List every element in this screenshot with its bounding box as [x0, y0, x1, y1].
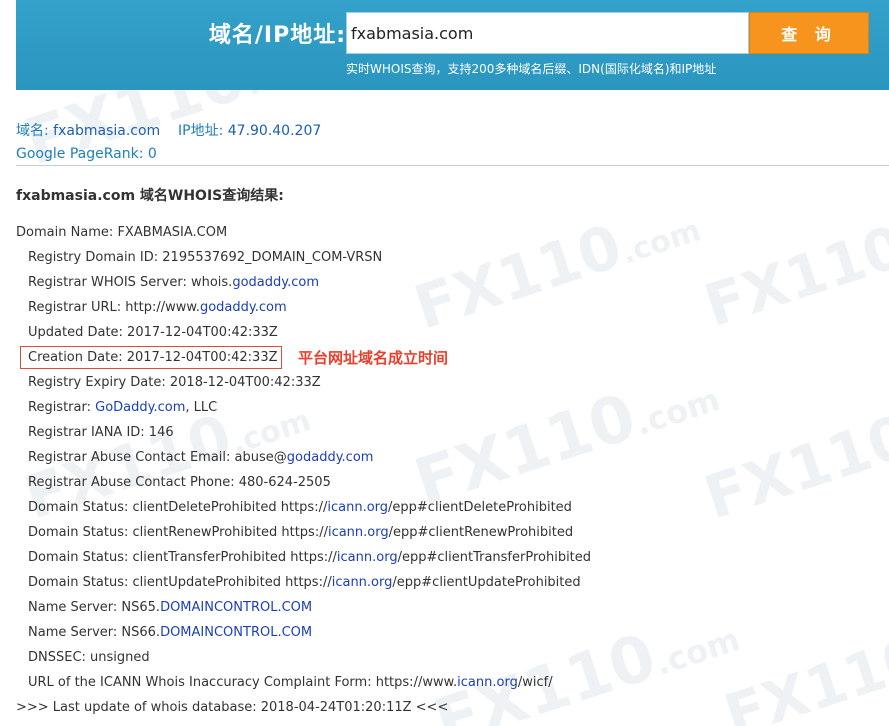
search-banner: 域名/IP地址: 查 询 实时WHOIS查询，支持200多种域名后缀、IDN(国… [16, 0, 889, 90]
whois-line: Registry Expiry Date: 2018-12-04T00:42:3… [28, 374, 321, 391]
whois-text: Registrar IANA ID: 146 [28, 425, 174, 440]
whois-line: Registrar Abuse Contact Email: abuse@god… [28, 449, 373, 466]
whois-text: Registry Domain ID: 2195537692_DOMAIN_CO… [28, 250, 383, 265]
whois-text: DNSSEC: unsigned [28, 650, 150, 665]
watermark-text: FX110 [696, 212, 889, 341]
summary-domain-ip: 域名: fxabmasia.com IP地址: 47.90.40.207 [16, 120, 321, 140]
whois-line: Registry Domain ID: 2195537692_DOMAIN_CO… [28, 249, 382, 266]
whois-link[interactable]: icann.org [332, 575, 393, 590]
watermark-suffix: .com [630, 380, 725, 443]
watermark-logo: FX110.com [696, 376, 889, 533]
whois-line: Name Server: NS65.DOMAINCONTROL.COM [28, 599, 312, 616]
whois-text: Registry Expiry Date: 2018-12-04T00:42:3… [28, 375, 321, 390]
whois-line: Registrar Abuse Contact Phone: 480-624-2… [28, 474, 331, 491]
divider [16, 165, 889, 166]
whois-text: /wicf/ [517, 675, 553, 690]
whois-line: URL of the ICANN Whois Inaccuracy Compla… [28, 674, 553, 691]
whois-line: >>> Last update of whois database: 2018-… [16, 699, 448, 716]
summary-pagerank: Google PageRank: 0 [16, 146, 157, 162]
whois-line: Domain Name: FXABMASIA.COM [16, 224, 227, 241]
search-button[interactable]: 查 询 [749, 12, 869, 54]
watermark-logo: FX110.com [716, 598, 889, 726]
whois-text: /epp#clientTransferProhibited [397, 550, 592, 565]
whois-text: >>> Last update of whois database: 2018-… [16, 700, 449, 715]
watermark-logo: FX110.com [426, 593, 747, 726]
whois-text: Registrar: [28, 400, 96, 415]
whois-link[interactable]: icann.org [327, 500, 388, 515]
domain-label: 域名: [16, 123, 49, 139]
whois-link[interactable]: GoDaddy.com [95, 400, 185, 415]
whois-line: Registrar URL: http://www.godaddy.com [28, 299, 287, 316]
search-label: 域名/IP地址: [208, 23, 346, 48]
whois-link[interactable]: icann.org [457, 675, 518, 690]
whois-link[interactable]: godaddy.com [287, 450, 374, 465]
whois-text: Domain Status: clientTransferProhibited … [28, 550, 337, 565]
whois-line: Name Server: NS66.DOMAINCONTROL.COM [28, 624, 312, 641]
whois-text: , LLC [185, 400, 218, 415]
ip-label: IP地址: [178, 123, 224, 139]
search-input[interactable] [346, 12, 749, 54]
whois-line: Domain Status: clientUpdateProhibited ht… [28, 574, 581, 591]
whois-line: Registrar WHOIS Server: whois.godaddy.co… [28, 274, 319, 291]
whois-text: Domain Status: clientDeleteProhibited ht… [28, 500, 328, 515]
whois-text: Domain Status: clientUpdateProhibited ht… [28, 575, 332, 590]
whois-link[interactable]: DOMAINCONTROL.COM [160, 625, 312, 640]
creation-date-annotation: 平台网址域名成立时间 [298, 349, 449, 367]
whois-line: Registrar: GoDaddy.com, LLC [28, 399, 217, 416]
whois-link[interactable]: DOMAINCONTROL.COM [160, 600, 312, 615]
whois-line: Updated Date: 2017-12-04T00:42:33Z [28, 324, 278, 341]
whois-text: Domain Status: clientRenewProhibited htt… [28, 525, 328, 540]
domain-link[interactable]: fxabmasia.com [53, 123, 160, 139]
watermark-logo: FX110.com [406, 353, 727, 521]
whois-link[interactable]: godaddy.com [232, 275, 319, 290]
watermark-text: FX110 [716, 622, 889, 726]
whois-link[interactable]: icann.org [328, 525, 389, 540]
whois-text: Registrar Abuse Contact Phone: 480-624-2… [28, 475, 331, 490]
whois-text: Registrar Abuse Contact Email: abuse@ [28, 450, 287, 465]
pagerank-label: Google PageRank: [16, 146, 144, 162]
watermark-suffix: .com [617, 212, 706, 272]
whois-text: URL of the ICANN Whois Inaccuracy Compla… [28, 675, 458, 690]
ip-link[interactable]: 47.90.40.207 [228, 123, 322, 139]
whois-line: Domain Status: clientTransferProhibited … [28, 549, 591, 566]
pagerank-value: 0 [147, 146, 157, 162]
whois-text: /epp#clientUpdateProhibited [392, 575, 581, 590]
creation-date-highlight-box [20, 346, 282, 369]
whois-line: DNSSEC: unsigned [28, 649, 150, 666]
whois-text: Updated Date: 2017-12-04T00:42:33Z [28, 325, 278, 340]
result-heading: fxabmasia.com 域名WHOIS查询结果: [16, 188, 284, 204]
whois-text: Name Server: NS66. [28, 625, 161, 640]
whois-line: Domain Status: clientDeleteProhibited ht… [28, 499, 572, 516]
whois-link[interactable]: icann.org [337, 550, 398, 565]
whois-text: Registrar WHOIS Server: whois. [28, 275, 233, 290]
whois-text: /epp#clientDeleteProhibited [388, 500, 572, 515]
whois-text: Name Server: NS65. [28, 600, 161, 615]
watermark-logo: FX110.com [406, 186, 707, 343]
whois-text: /epp#clientRenewProhibited [388, 525, 574, 540]
whois-text: Registrar URL: http://www. [28, 300, 200, 315]
whois-link[interactable]: godaddy.com [200, 300, 287, 315]
watermark-suffix: .com [650, 620, 745, 683]
whois-line: Domain Status: clientRenewProhibited htt… [28, 524, 573, 541]
whois-line: Registrar IANA ID: 146 [28, 424, 174, 441]
watermark-text: FX110 [696, 401, 889, 534]
watermark-logo: FX110.com [696, 188, 889, 340]
watermark-text: FX110 [406, 211, 631, 344]
whois-text: Domain Name: FXABMASIA.COM [16, 225, 228, 240]
banner-subtitle: 实时WHOIS查询，支持200多种域名后缀、IDN(国际化域名)和IP地址 [346, 62, 717, 76]
